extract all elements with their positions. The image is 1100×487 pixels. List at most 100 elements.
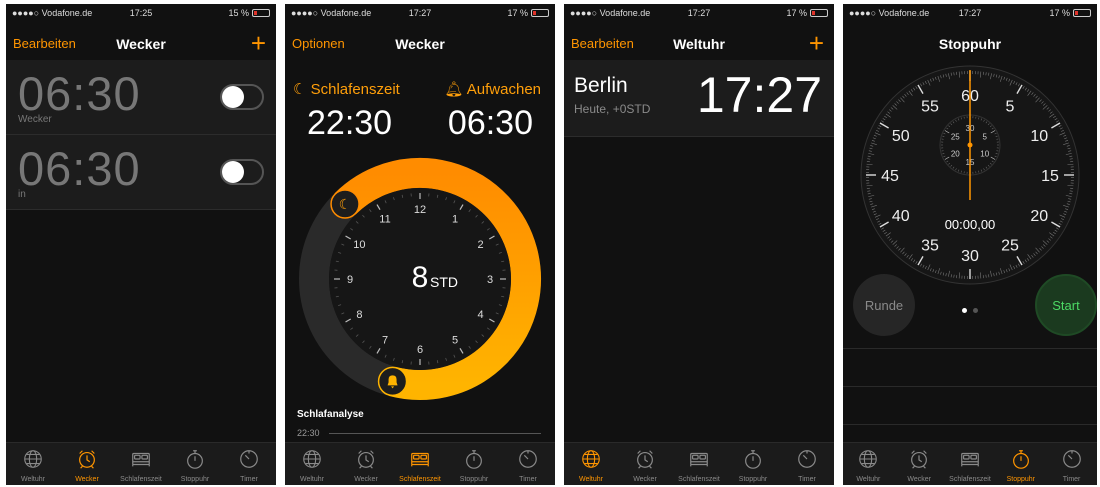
- tab-label: Wecker: [633, 476, 657, 483]
- tab-bed[interactable]: Schlafenszeit: [672, 443, 726, 485]
- stopwatch-number: 10: [1030, 128, 1048, 145]
- tab-label: Stoppuhr: [459, 476, 489, 483]
- tab-stopwatch[interactable]: Stoppuhr: [447, 443, 501, 485]
- duration-unit: STD: [430, 274, 458, 290]
- stopwatch-number: 20: [1030, 208, 1048, 225]
- tab-stopwatch[interactable]: Stoppuhr: [995, 443, 1046, 485]
- alarm-row[interactable]: 06:30 in: [6, 135, 276, 210]
- tab-globe[interactable]: Weltuhr: [843, 443, 894, 485]
- duration-value: 8: [412, 261, 429, 294]
- hand-pivot: [967, 142, 973, 148]
- status-bar: ●●●●○ Vodafone.de 17:25 15 %: [6, 4, 276, 22]
- stopwatch-dial: 60510152025303540455055 30510152025 00:0…: [860, 65, 1080, 285]
- stopwatch-number: 45: [881, 168, 899, 185]
- globe-icon: [300, 448, 324, 475]
- world-clock-screen: ●●●●○ Vodafone.de 17:27 17 % Bearbeiten …: [564, 4, 834, 485]
- battery-indicator: 15 %: [228, 8, 270, 18]
- tab-bar: Weltuhr Wecker Schlafenszeit Stoppuhr Timer: [6, 442, 276, 485]
- tab-alarm-clock[interactable]: Wecker: [339, 443, 393, 485]
- tab-alarm-clock[interactable]: Wecker: [894, 443, 945, 485]
- dial-number: 6: [417, 344, 423, 356]
- timer-icon: [1060, 448, 1084, 475]
- tab-label: Stoppuhr: [738, 476, 768, 483]
- start-button[interactable]: Start: [1035, 274, 1097, 336]
- dial-number: 1: [452, 213, 458, 225]
- toggle-knob: [222, 161, 244, 183]
- tab-alarm-clock[interactable]: Wecker: [60, 443, 114, 485]
- bedtime-handle[interactable]: ☾: [330, 189, 360, 219]
- stopwatch-icon: [462, 448, 486, 475]
- tab-label: Wecker: [907, 476, 931, 483]
- stopwatch-number: 55: [921, 99, 939, 116]
- wakeup-handle[interactable]: [377, 366, 408, 397]
- dial-number: 9: [347, 274, 353, 286]
- tab-bed[interactable]: Schlafenszeit: [945, 443, 996, 485]
- battery-percent: 17 %: [507, 8, 528, 18]
- tab-bed[interactable]: Schlafenszeit: [114, 443, 168, 485]
- stopwatch-display: 00:00,00: [945, 217, 996, 232]
- tab-timer[interactable]: Timer: [1046, 443, 1097, 485]
- bed-icon: [408, 448, 432, 475]
- sleep-dial[interactable]: 121234567891011 8 STD ☾: [285, 149, 555, 409]
- tab-stopwatch[interactable]: Stoppuhr: [726, 443, 780, 485]
- subdial-number: 5: [982, 133, 987, 142]
- world-clock-row[interactable]: Berlin Heute, +0STD 17:27: [564, 60, 834, 137]
- tab-globe[interactable]: Weltuhr: [564, 443, 618, 485]
- dial-number: 2: [478, 239, 484, 251]
- page-title: Weltuhr: [673, 36, 725, 52]
- tab-label: Schlafenszeit: [120, 476, 162, 483]
- tab-bed[interactable]: Schlafenszeit: [393, 443, 447, 485]
- stopwatch-number: 25: [1001, 237, 1019, 254]
- sleep-analysis-label: Schlafanalyse: [297, 409, 364, 420]
- dial-number: 12: [414, 204, 426, 216]
- alarm-clock-icon: [907, 448, 931, 475]
- dial-number: 3: [487, 274, 493, 286]
- timer-icon: [516, 448, 540, 475]
- battery-icon: [252, 9, 270, 17]
- bed-icon: [129, 448, 153, 475]
- timer-icon: [795, 448, 819, 475]
- tab-label: Stoppuhr: [1006, 476, 1035, 483]
- alarm-time: 06:30: [18, 67, 141, 120]
- alarm-screen: ●●●●○ Vodafone.de 17:25 15 % Bearbeiten …: [6, 4, 276, 485]
- tab-stopwatch[interactable]: Stoppuhr: [168, 443, 222, 485]
- city-offset: Heute, +0STD: [574, 102, 651, 116]
- battery-indicator: 17 %: [786, 8, 828, 18]
- subdial-number: 10: [980, 150, 989, 159]
- stopwatch-number: 50: [892, 128, 910, 145]
- tab-globe[interactable]: Weltuhr: [285, 443, 339, 485]
- stopwatch-number: 35: [921, 237, 939, 254]
- dial-number: 8: [356, 309, 362, 321]
- tab-alarm-clock[interactable]: Wecker: [618, 443, 672, 485]
- lap-separator: [843, 348, 1097, 349]
- tab-bar: Weltuhr Wecker Schlafenszeit Stoppuhr Timer: [285, 442, 555, 485]
- globe-icon: [579, 448, 603, 475]
- tab-timer[interactable]: Timer: [780, 443, 834, 485]
- tab-bar: Weltuhr Wecker Schlafenszeit Stoppuhr Timer: [843, 442, 1097, 485]
- stopwatch-icon: [1009, 448, 1033, 475]
- bedtime-label: Schlafenszeit: [310, 81, 400, 98]
- battery-icon: [1073, 9, 1091, 17]
- dial-number: 10: [353, 239, 365, 251]
- wakeup-value: 06:30: [447, 104, 533, 142]
- tab-globe[interactable]: Weltuhr: [6, 443, 60, 485]
- nav-bar: Bearbeiten Wecker +: [6, 22, 276, 60]
- battery-percent: 15 %: [228, 8, 249, 18]
- bed-icon: [687, 448, 711, 475]
- alarm-toggle[interactable]: [220, 84, 264, 110]
- stopwatch-number: 15: [1041, 168, 1059, 185]
- tab-timer[interactable]: Timer: [501, 443, 555, 485]
- tab-timer[interactable]: Timer: [222, 443, 276, 485]
- lap-separator: [843, 386, 1097, 387]
- page-title: Wecker: [116, 36, 166, 52]
- alarm-row[interactable]: 06:30 Wecker: [6, 60, 276, 135]
- alarm-toggle[interactable]: [220, 159, 264, 185]
- tab-label: Wecker: [75, 476, 99, 483]
- dial-number: 7: [382, 335, 388, 347]
- wakeup-header: 🔔︎ Aufwachen: [444, 80, 541, 98]
- plus-icon[interactable]: +: [809, 28, 824, 59]
- plus-icon[interactable]: +: [251, 28, 266, 59]
- tab-label: Schlafenszeit: [949, 476, 991, 483]
- subdial-number: 25: [951, 133, 960, 142]
- alarm-time: 06:30: [18, 142, 141, 195]
